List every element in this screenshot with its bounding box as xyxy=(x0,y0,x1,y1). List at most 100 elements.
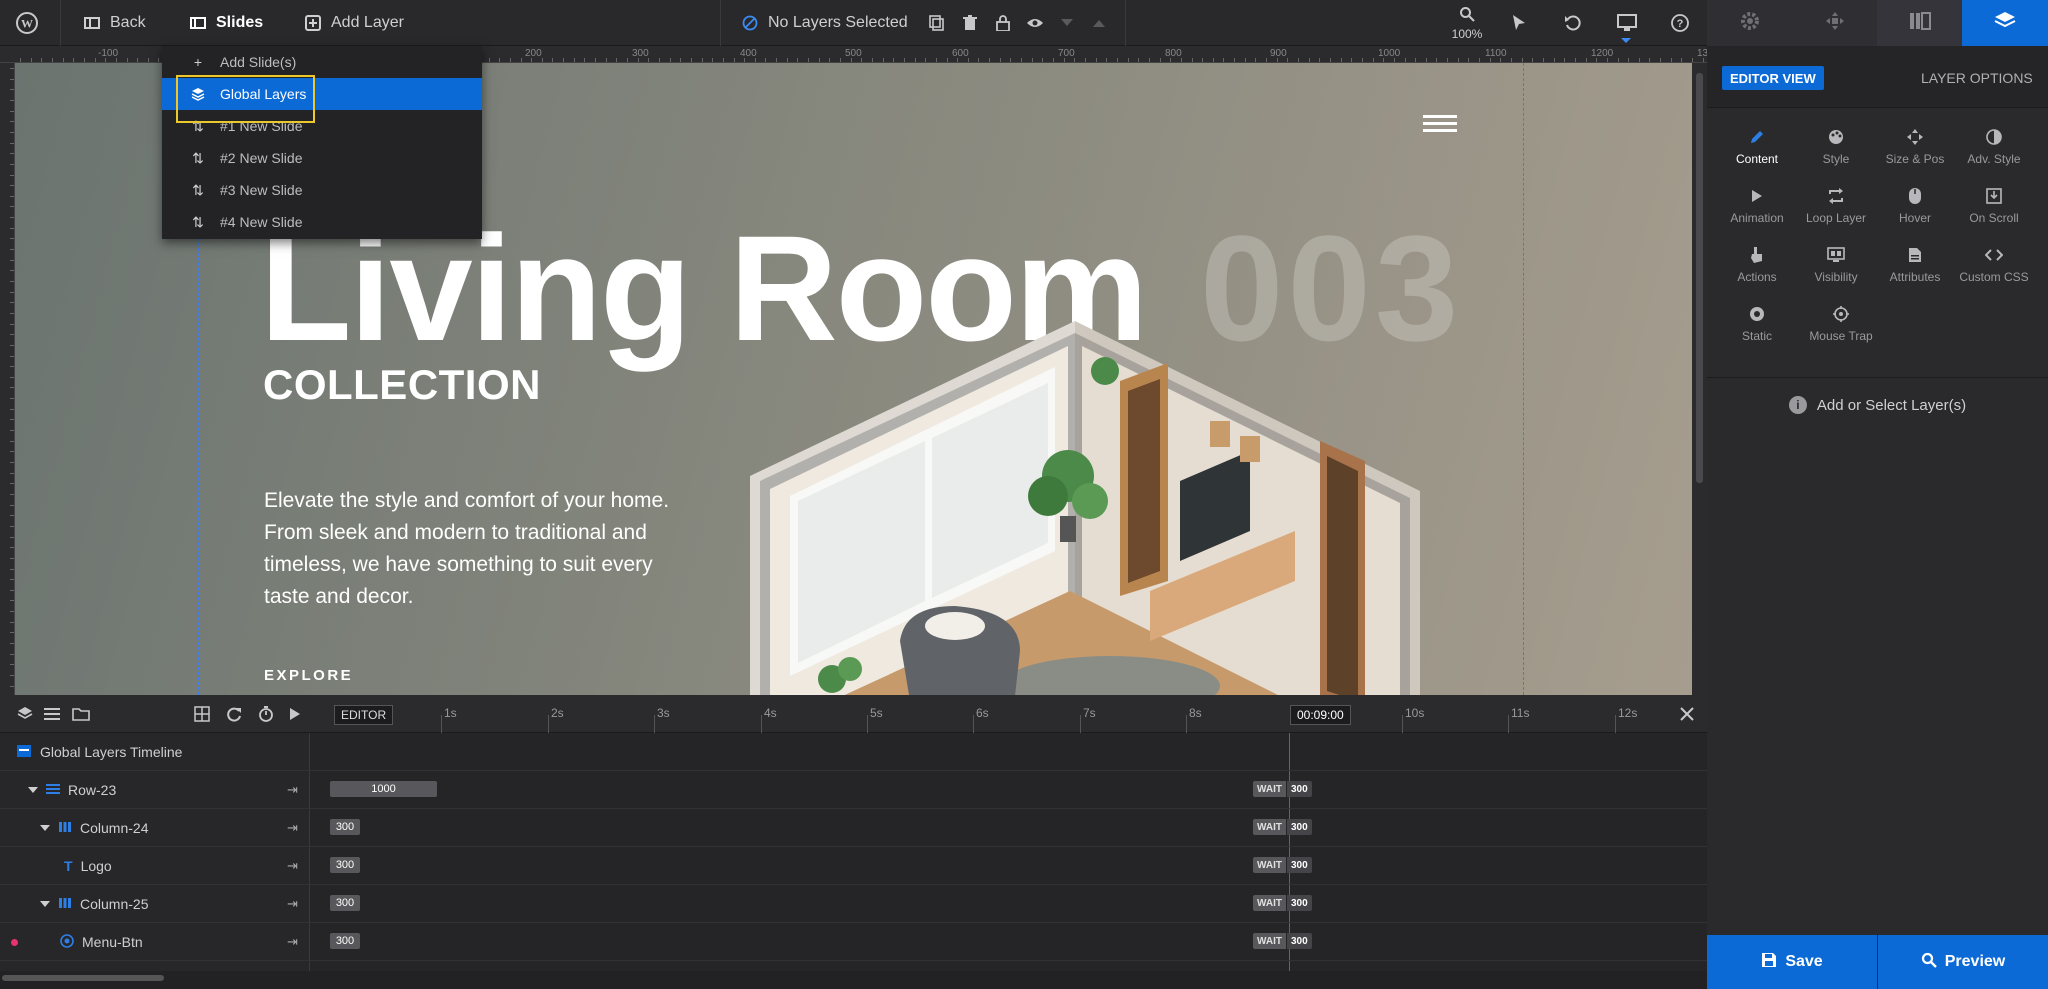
wait-block[interactable]: WAIT 300 xyxy=(1253,819,1312,835)
menu-item-label: #4 New Slide xyxy=(220,214,303,230)
expand-end-icon[interactable]: ⇥ xyxy=(287,934,298,950)
desktop-view-icon[interactable] xyxy=(1612,8,1642,38)
wait-label: WAIT xyxy=(1253,819,1286,835)
ruler-tick xyxy=(10,132,14,133)
wait-block[interactable]: WAIT 300 xyxy=(1253,933,1312,949)
explore-link[interactable]: EXPLORE xyxy=(264,667,353,684)
wait-block[interactable]: WAIT 300 xyxy=(1253,895,1312,911)
navigation-tab[interactable] xyxy=(1792,0,1877,46)
option-custom-css[interactable]: Custom CSS xyxy=(1954,246,2034,296)
ruler-tick xyxy=(723,58,724,62)
option-size-pos[interactable]: Size & Pos xyxy=(1875,128,1955,178)
layers-tab[interactable] xyxy=(1962,0,2048,46)
current-time-marker[interactable]: 00:09:00 xyxy=(1290,705,1351,725)
wait-block[interactable]: WAIT 300 xyxy=(1253,857,1312,873)
menu-item-add-slides[interactable]: + Add Slide(s) xyxy=(162,46,482,78)
refresh-icon[interactable] xyxy=(219,699,249,729)
option-adv-style[interactable]: Adv. Style xyxy=(1954,128,2034,178)
expand-end-icon[interactable]: ⇥ xyxy=(287,782,298,798)
close-icon[interactable] xyxy=(1672,699,1702,729)
folder-icon[interactable] xyxy=(66,699,96,729)
move-up-icon[interactable] xyxy=(1084,8,1114,38)
column-icon xyxy=(58,896,72,912)
grid-icon[interactable] xyxy=(187,699,217,729)
back-button[interactable]: Back xyxy=(84,0,146,46)
lock-icon[interactable] xyxy=(988,8,1018,38)
ruler-tick xyxy=(1138,58,1139,62)
duration-bar[interactable]: 300 xyxy=(330,895,360,911)
trash-icon[interactable] xyxy=(955,8,985,38)
canvas-vertical-scrollbar[interactable] xyxy=(1692,63,1707,695)
zoom-control[interactable]: 100% xyxy=(1450,6,1484,42)
timeline-row-column-25[interactable]: Column-25 ⇥ 300 WAIT 300 xyxy=(0,885,1707,923)
duration-bar[interactable]: 300 xyxy=(330,857,360,873)
menu-item-slide-4[interactable]: ⇅ #4 New Slide xyxy=(162,206,482,238)
option-mouse-trap[interactable]: Mouse Trap xyxy=(1796,305,1886,355)
move-down-icon[interactable] xyxy=(1052,8,1082,38)
menu-hamburger-icon[interactable] xyxy=(1423,115,1457,135)
option-hover[interactable]: Hover xyxy=(1875,187,1955,237)
settings-tab[interactable] xyxy=(1707,0,1792,46)
duration-bar[interactable]: 1000 xyxy=(330,781,437,797)
ruler-tick xyxy=(10,419,14,420)
timer-icon[interactable] xyxy=(251,699,281,729)
expand-end-icon[interactable]: ⇥ xyxy=(287,896,298,912)
living-room-illustration[interactable] xyxy=(750,291,1420,695)
slide-description[interactable]: Elevate the style and comfort of your ho… xyxy=(264,485,684,613)
eye-icon[interactable] xyxy=(1020,8,1050,38)
preview-button[interactable]: Preview xyxy=(1878,935,2048,989)
duration-bar[interactable]: 300 xyxy=(330,819,360,835)
list-icon[interactable] xyxy=(37,699,67,729)
menu-item-slide-1[interactable]: ⇅ #1 New Slide xyxy=(162,110,482,142)
timeline-horizontal-scrollbar[interactable] xyxy=(0,971,1707,989)
slides-button[interactable]: Slides xyxy=(190,0,263,46)
menu-item-slide-2[interactable]: ⇅ #2 New Slide xyxy=(162,142,482,174)
layers-icon[interactable] xyxy=(10,699,40,729)
ruler-tick xyxy=(584,58,585,62)
option-animation[interactable]: Animation xyxy=(1717,187,1797,237)
save-button[interactable]: Save xyxy=(1707,935,1877,989)
copy-icon[interactable] xyxy=(922,8,952,38)
expand-end-icon[interactable]: ⇥ xyxy=(287,858,298,874)
option-actions[interactable]: Actions xyxy=(1717,246,1797,296)
cursor-icon[interactable] xyxy=(1504,8,1534,38)
expand-end-icon[interactable]: ⇥ xyxy=(287,820,298,836)
editor-view-badge[interactable]: EDITOR VIEW xyxy=(1722,66,1824,90)
timeline-row-row-23[interactable]: Row-23 ⇥ 1000 WAIT 300 xyxy=(0,771,1707,809)
slide-options-tab[interactable] xyxy=(1877,0,1962,46)
ruler-tick xyxy=(1373,58,1374,62)
undo-icon[interactable] xyxy=(1558,8,1588,38)
wordpress-logo-icon[interactable]: W xyxy=(12,8,42,38)
menu-item-slide-3[interactable]: ⇅ #3 New Slide xyxy=(162,174,482,206)
collapse-arrow-icon[interactable] xyxy=(40,825,50,831)
play-icon[interactable] xyxy=(280,699,310,729)
collapse-arrow-icon[interactable] xyxy=(40,901,50,907)
option-visibility[interactable]: Visibility xyxy=(1796,246,1876,296)
back-icon xyxy=(84,15,100,31)
add-layer-button[interactable]: Add Layer xyxy=(305,0,404,46)
timeline-group-row[interactable]: Global Layers Timeline xyxy=(0,733,1707,771)
timeline-row-menu-btn[interactable]: Menu-Btn ⇥ 300 WAIT 300 xyxy=(0,923,1707,961)
option-on-scroll[interactable]: On Scroll xyxy=(1954,187,2034,237)
ruler-tick xyxy=(1309,58,1310,62)
option-attributes[interactable]: Attributes xyxy=(1875,246,1955,296)
collapse-arrow-icon[interactable] xyxy=(28,787,38,793)
option-loop-layer[interactable]: Loop Layer xyxy=(1796,187,1876,237)
option-content[interactable]: Content xyxy=(1717,128,1797,178)
editor-time-label[interactable]: EDITOR xyxy=(334,705,394,725)
collection-heading[interactable]: COLLECTION xyxy=(263,361,541,409)
layer-label: Column-24 xyxy=(80,820,149,836)
ruler-tick xyxy=(10,164,14,165)
wait-block[interactable]: WAIT 300 xyxy=(1253,781,1312,797)
menu-item-global-layers[interactable]: Global Layers xyxy=(162,78,482,110)
no-layers-label: No Layers Selected xyxy=(768,14,908,31)
ruler-tick xyxy=(10,558,14,559)
option-style[interactable]: Style xyxy=(1796,128,1876,178)
help-icon[interactable]: ? xyxy=(1665,8,1695,38)
timeline-row-logo[interactable]: T Logo ⇥ 300 WAIT 300 xyxy=(0,847,1707,885)
duration-bar[interactable]: 300 xyxy=(330,933,360,949)
timeline-row-column-24[interactable]: Column-24 ⇥ 300 WAIT 300 xyxy=(0,809,1707,847)
ruler-tick xyxy=(1468,58,1469,62)
layer-options-label[interactable]: LAYER OPTIONS xyxy=(1921,70,2033,86)
option-static[interactable]: Static xyxy=(1717,305,1797,355)
